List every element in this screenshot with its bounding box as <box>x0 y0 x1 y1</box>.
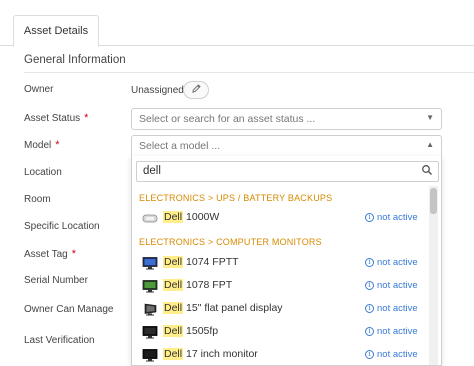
option-label: 1074 FPTT <box>183 256 239 268</box>
caret-up-icon: ▲ <box>426 140 434 149</box>
search-icon <box>421 164 433 179</box>
status-not-active[interactable]: i not active <box>365 257 418 268</box>
monitor-icon <box>142 257 158 270</box>
asset-status-placeholder: Select or search for an asset status ... <box>139 113 316 125</box>
tab-bar: Asset Details <box>0 0 474 47</box>
section-title: General Information <box>24 54 126 66</box>
monitor-icon <box>142 326 158 339</box>
model-label: Model * <box>24 139 60 151</box>
match-highlight: Dell <box>163 279 184 291</box>
model-search-input[interactable]: dell <box>136 161 439 182</box>
option-dell-1000w[interactable]: Dell 1000W i not active <box>132 208 432 230</box>
serial-number-label: Serial Number <box>24 275 88 286</box>
model-search-value: dell <box>143 165 161 177</box>
option-label: 15" flat panel display <box>183 302 283 314</box>
option-label: 1078 FPT <box>183 279 233 291</box>
room-label: Room <box>24 194 51 205</box>
info-icon: i <box>365 304 374 313</box>
required-marker: * <box>71 248 77 260</box>
status-not-active[interactable]: i not active <box>365 349 418 360</box>
last-verification-label: Last Verification <box>24 335 95 346</box>
tab-asset-details[interactable]: Asset Details <box>13 15 99 47</box>
group-header-ups: ELECTRONICS > UPS / BATTERY BACKUPS <box>139 193 333 203</box>
match-highlight: Dell <box>163 211 184 223</box>
info-icon: i <box>365 281 374 290</box>
option-dell-15-flat-panel[interactable]: Dell 15" flat panel display i not active <box>132 299 432 321</box>
option-dell-1078-fpt[interactable]: Dell 1078 FPT i not active <box>132 276 432 298</box>
monitor-icon <box>142 280 158 293</box>
info-icon: i <box>365 327 374 336</box>
caret-down-icon: ▼ <box>426 113 434 122</box>
monitor-icon <box>142 303 158 316</box>
edit-owner-button[interactable] <box>183 81 209 99</box>
status-not-active[interactable]: i not active <box>365 280 418 291</box>
ups-icon <box>142 212 158 225</box>
required-marker: * <box>84 112 89 124</box>
scrollbar-thumb[interactable] <box>430 188 437 214</box>
model-select[interactable]: Select a model ... ▲ <box>131 135 442 157</box>
match-highlight: Dell <box>163 302 184 314</box>
option-label: 1000W <box>183 211 220 223</box>
match-highlight: Dell <box>163 325 184 337</box>
option-dell-17-inch[interactable]: Dell 17 inch monitor i not active <box>132 345 432 365</box>
option-label: 1505fp <box>183 325 219 337</box>
location-label: Location <box>24 167 62 178</box>
asset-tag-label: Asset Tag * <box>24 248 77 260</box>
owner-label: Owner <box>24 84 54 95</box>
required-marker: * <box>55 139 60 151</box>
option-dell-1074-fptt[interactable]: Dell 1074 FPTT i not active <box>132 253 432 275</box>
option-dell-1505fp[interactable]: Dell 1505fp i not active <box>132 322 432 344</box>
asset-status-label: Asset Status * <box>24 112 89 124</box>
status-not-active[interactable]: i not active <box>365 326 418 337</box>
asset-status-select[interactable]: Select or search for an asset status ...… <box>131 108 442 130</box>
match-highlight: Dell <box>163 256 184 268</box>
info-icon: i <box>365 350 374 359</box>
option-label: 17 inch monitor <box>183 348 258 360</box>
section-divider <box>24 72 474 73</box>
dropdown-scrollbar[interactable] <box>429 186 438 365</box>
owner-value: Unassigned <box>131 85 184 96</box>
match-highlight: Dell <box>163 348 184 360</box>
info-icon: i <box>365 258 374 267</box>
info-icon: i <box>365 213 374 222</box>
status-not-active[interactable]: i not active <box>365 212 418 223</box>
model-dropdown: dell ELECTRONICS > UPS / BATTERY BACKUPS… <box>131 156 442 366</box>
monitor-icon <box>142 349 158 362</box>
owner-can-manage-label: Owner Can Manage <box>24 304 114 315</box>
model-placeholder: Select a model ... <box>139 140 221 152</box>
status-not-active[interactable]: i not active <box>365 303 418 314</box>
group-header-monitors: ELECTRONICS > COMPUTER MONITORS <box>139 237 322 247</box>
pencil-icon <box>191 83 202 97</box>
specific-location-label: Specific Location <box>24 221 100 232</box>
